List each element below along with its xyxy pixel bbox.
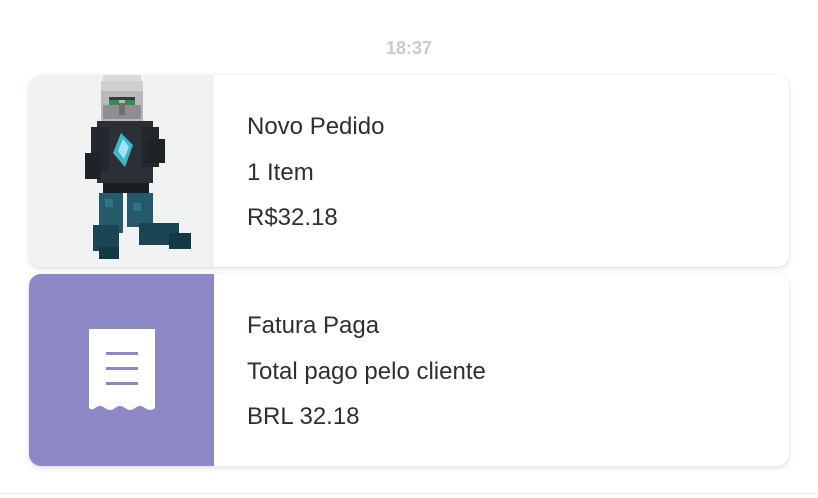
invoice-thumbnail	[29, 274, 214, 466]
invoice-description: Total pago pelo cliente	[247, 358, 486, 385]
message-timestamp: 18:37	[385, 38, 433, 58]
order-item-count: 1 Item	[247, 159, 314, 186]
product-thumbnail	[29, 75, 214, 267]
invoice-title: Fatura Paga	[247, 312, 380, 339]
divider	[0, 493, 818, 494]
invoice-card[interactable]: Fatura Paga Total pago pelo cliente BRL …	[29, 274, 789, 466]
order-price: R$32.18	[247, 204, 338, 231]
order-title: Novo Pedido	[247, 113, 385, 140]
illager-character-image	[85, 75, 191, 259]
invoice-amount: BRL 32.18	[247, 403, 360, 430]
chat-view: 18:37 Novo Pedido 1 Item R$32.18 Fatura …	[0, 0, 818, 498]
order-card[interactable]: Novo Pedido 1 Item R$32.18	[29, 75, 789, 267]
receipt-icon	[89, 329, 155, 410]
